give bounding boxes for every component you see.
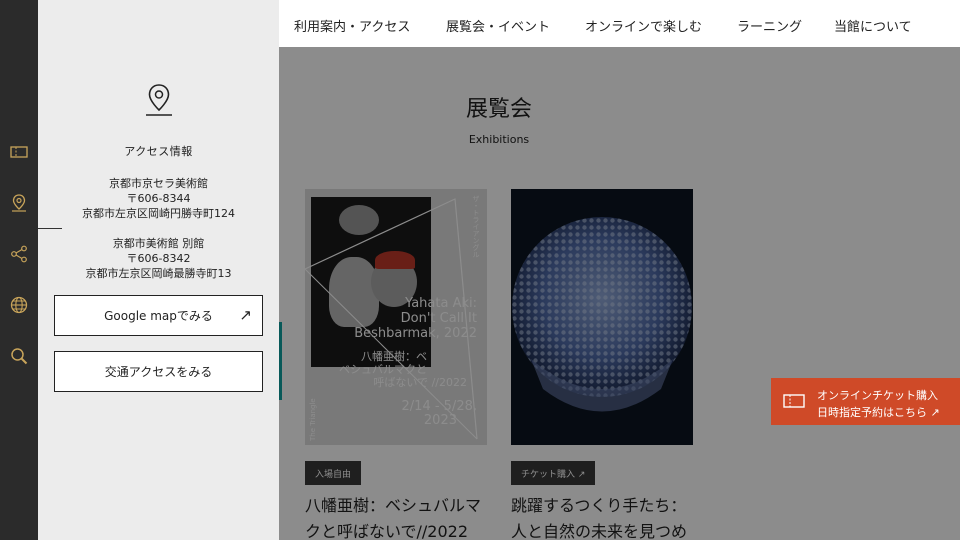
museum2-address: 京都市左京区岡崎最勝寺町13 <box>85 267 232 280</box>
poster-corner-text: ザ・トライアングル <box>472 195 480 258</box>
exhibition-poster-1[interactable]: Yahata Aki: Don't Call It Beshbarmak, 20… <box>305 189 487 445</box>
access-panel: アクセス情報 京都市京セラ美術館 〒606-8344 京都市左京区岡崎円勝寺町1… <box>38 0 279 540</box>
ticket-button-line1: オンラインチケット購入 <box>817 389 938 402</box>
transport-access-button[interactable]: 交通アクセスをみる <box>54 351 263 392</box>
sphere-artwork <box>512 217 692 412</box>
nav-item-online[interactable]: オンラインで楽しむ <box>585 16 702 35</box>
ticket-purchase-tag[interactable]: チケット購入 ↗ <box>511 461 596 485</box>
nav-item-learning[interactable]: ラーニング <box>737 16 802 35</box>
poster-title-jp-3: 呼ばないで //2022 <box>373 376 467 389</box>
google-map-button-label: Google mapでみる <box>104 309 213 323</box>
exhibition-title-1[interactable]: 八幡亜樹：ベシュバルマクと呼ばないで//2022 <box>305 493 495 540</box>
online-ticket-button[interactable]: オンラインチケット購入 日時指定予約はこちら ↗ <box>771 378 960 425</box>
ticket-icon[interactable] <box>7 140 31 164</box>
search-icon[interactable] <box>7 344 31 368</box>
map-pin-icon[interactable] <box>7 191 31 215</box>
access-info-title: アクセス情報 <box>124 145 193 158</box>
ticket-icon <box>783 394 805 408</box>
museum1-postal: 〒606-8344 <box>126 192 191 205</box>
google-map-button[interactable]: Google mapでみる ↗ <box>54 295 263 336</box>
partial-banner-edge <box>279 322 282 400</box>
poster-title-en-3: Beshbarmak, 2022 <box>354 326 477 341</box>
museum1-address: 京都市左京区岡崎円勝寺町124 <box>82 207 235 220</box>
map-pin-icon <box>142 82 176 118</box>
museum2-name: 京都市美術館 別館 <box>112 237 205 250</box>
free-admission-tag[interactable]: 入場自由 <box>305 461 362 485</box>
museum2-postal: 〒606-8342 <box>126 252 191 265</box>
poster-title-en-2: Don't Call It <box>400 311 477 326</box>
poster-side-text: The Triangle <box>309 398 317 441</box>
left-icon-rail <box>0 0 38 540</box>
poster-date-1: 2/14 - 5/28, <box>401 399 477 414</box>
share-icon[interactable] <box>7 242 31 266</box>
ticket-button-line2: 日時指定予約はこちら ↗ <box>817 406 940 419</box>
museum1-name: 京都市京セラ美術館 <box>109 177 208 190</box>
section-title: 展覧会 <box>465 97 532 122</box>
nav-item-about[interactable]: 当館について <box>834 16 912 35</box>
top-navigation: 利用案内・アクセス 展覧会・イベント オンラインで楽しむ ラーニング 当館につい… <box>279 0 960 47</box>
transport-access-button-label: 交通アクセスをみる <box>104 365 213 379</box>
exhibition-title-2[interactable]: 跳躍するつくり手たち：人と自然の未来を見つめ <box>511 493 701 540</box>
external-link-icon: ↗ <box>239 306 252 324</box>
poster-date-2: 2023 <box>423 413 457 428</box>
nav-item-guide-access[interactable]: 利用案内・アクセス <box>294 16 410 35</box>
divider <box>38 228 62 229</box>
exhibition-image-2[interactable] <box>511 189 693 445</box>
main-content: 展覧会 Exhibitions Yahata Aki: Don't Call I… <box>279 47 960 540</box>
poster-title-en-1: Yahata Aki: <box>405 296 477 311</box>
globe-icon[interactable] <box>7 293 31 317</box>
section-subtitle: Exhibitions <box>468 133 530 146</box>
nav-item-exhibitions-events[interactable]: 展覧会・イベント <box>446 16 550 35</box>
